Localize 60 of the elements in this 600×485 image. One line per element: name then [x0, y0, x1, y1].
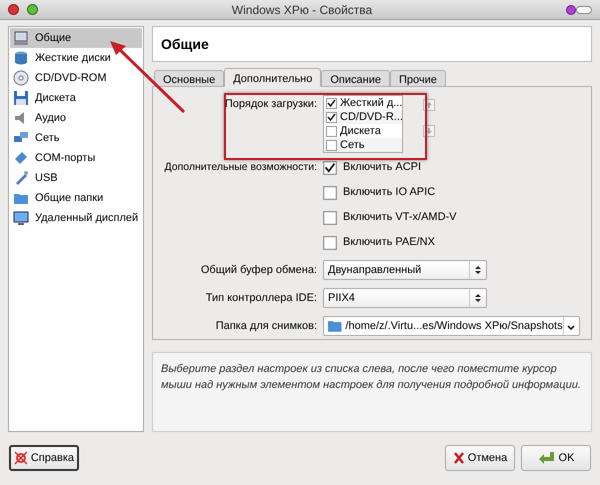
display-icon	[13, 210, 29, 226]
checkbox[interactable]	[323, 210, 337, 224]
sidebar-item[interactable]: Жесткие диски	[10, 48, 142, 68]
tab[interactable]: Прочие	[390, 70, 446, 87]
up-arrow-icon	[425, 101, 433, 109]
section-title: Общие	[161, 34, 209, 54]
folder-icon	[327, 319, 342, 333]
description-text: Выберите раздел настроек из списка слева, после чего поместите курсор мыши над нужным элементом настроек для получения подробной информации.	[161, 362, 582, 393]
ok-button[interactable]: OK	[521, 445, 591, 471]
down-arrow-icon	[425, 127, 433, 135]
features-label: Дополнительные возможности:	[164, 160, 317, 175]
dropdown[interactable]: Двунаправленный	[323, 260, 487, 280]
shade-icon[interactable]	[576, 6, 592, 14]
boot-device-label: Дискета	[340, 124, 381, 139]
tab[interactable]: Дополнительно	[224, 68, 322, 87]
close-icon[interactable]	[8, 4, 19, 15]
cancel-button[interactable]: Отмена	[445, 445, 515, 471]
cross-icon	[452, 451, 465, 465]
sidebar-item[interactable]: Дискета	[10, 88, 142, 108]
tab[interactable]: Основные	[154, 70, 224, 87]
field-label: Общий буфер обмена:	[200, 262, 317, 278]
sidebar-item[interactable]: Удаленный дисплей	[10, 208, 142, 228]
field-label: Тип контроллера IDE:	[206, 290, 317, 306]
checkbox-label: Включить IO APIC	[343, 185, 436, 200]
checkbox[interactable]	[326, 98, 337, 108]
checkbox[interactable]	[326, 126, 337, 136]
disk-icon	[13, 50, 29, 66]
sidebar-item[interactable]: Общие папки	[10, 188, 142, 208]
checkbox[interactable]	[326, 112, 337, 122]
sidebar-item[interactable]: Аудио	[10, 108, 142, 128]
floppy-icon	[13, 90, 29, 106]
boot-device-label: CD/DVD-R...	[340, 110, 403, 125]
dropdown[interactable]: PIIX4	[323, 288, 487, 308]
help-icon	[14, 451, 28, 465]
checkbox-label: Включить PAE/NX	[343, 235, 435, 250]
checkbox[interactable]	[323, 236, 337, 250]
sidebar-item[interactable]: Сеть	[10, 128, 142, 148]
checkbox[interactable]	[323, 160, 337, 174]
checkbox[interactable]	[323, 186, 337, 200]
maximize-icon[interactable]	[27, 4, 38, 15]
sidebar-item[interactable]: USB	[10, 168, 142, 188]
dropdown[interactable]: /home/z/.Virtu...es/Windows XPю/Snapshots	[323, 316, 580, 336]
boot-device-label: Сеть	[340, 138, 364, 153]
cd-icon	[13, 70, 29, 86]
sidebar-item[interactable]: CD/DVD-ROM	[10, 68, 142, 88]
window-title: Windows XPю - Свойства	[232, 2, 372, 18]
minimize-icon[interactable]	[566, 4, 576, 14]
boot-device-label: Жесткий д...	[340, 96, 402, 111]
tab[interactable]: Описание	[321, 70, 390, 87]
checkbox[interactable]	[326, 140, 337, 150]
check-arrow-icon	[538, 451, 556, 465]
sidebar-item[interactable]: Общие	[10, 28, 142, 48]
monitor-icon	[13, 30, 29, 46]
plug-icon	[13, 150, 29, 166]
checkbox-label: Включить ACPI	[343, 160, 422, 176]
checkbox-label: Включить VT-x/AMD-V	[343, 210, 457, 226]
help-button[interactable]: Справка	[9, 445, 79, 471]
sidebar-item[interactable]: COM-порты	[10, 148, 142, 168]
field-label: Папка для снимков:	[216, 318, 317, 334]
boot-order-label: Порядок загрузки:	[224, 97, 317, 112]
